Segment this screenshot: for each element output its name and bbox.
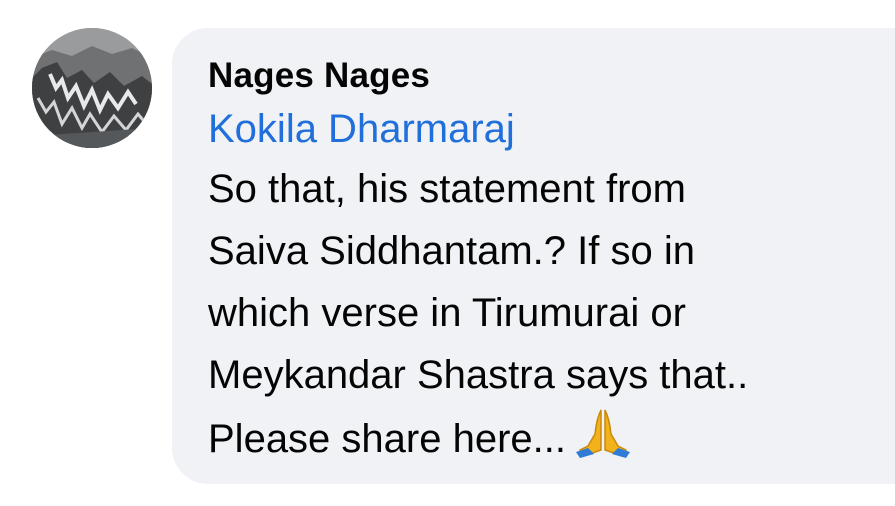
mention-link[interactable]: Kokila Dharmaraj (208, 100, 895, 158)
mountain-photo-avatar-icon (32, 28, 152, 148)
folded-hands-emoji-icon (574, 406, 632, 458)
comment-text-line-5-text: Please share here... (208, 417, 566, 461)
comment-author[interactable]: Nages Nages (208, 54, 895, 98)
avatar[interactable] (32, 28, 152, 148)
comment-text-line-1: So that, his statement from (208, 167, 686, 211)
comment-text-line-5: Please share here... (208, 406, 895, 470)
comment-text-line-4: Meykandar Shastra says that.. (208, 353, 749, 397)
comment: Nages Nages Kokila Dharmaraj So that, hi… (0, 0, 895, 506)
comment-text-line-2: Saiva Siddhantam.? If so in (208, 229, 695, 273)
comment-bubble: Nages Nages Kokila Dharmaraj So that, hi… (172, 28, 895, 484)
comment-text-line-3: which verse in Tirumurai or (208, 291, 686, 335)
